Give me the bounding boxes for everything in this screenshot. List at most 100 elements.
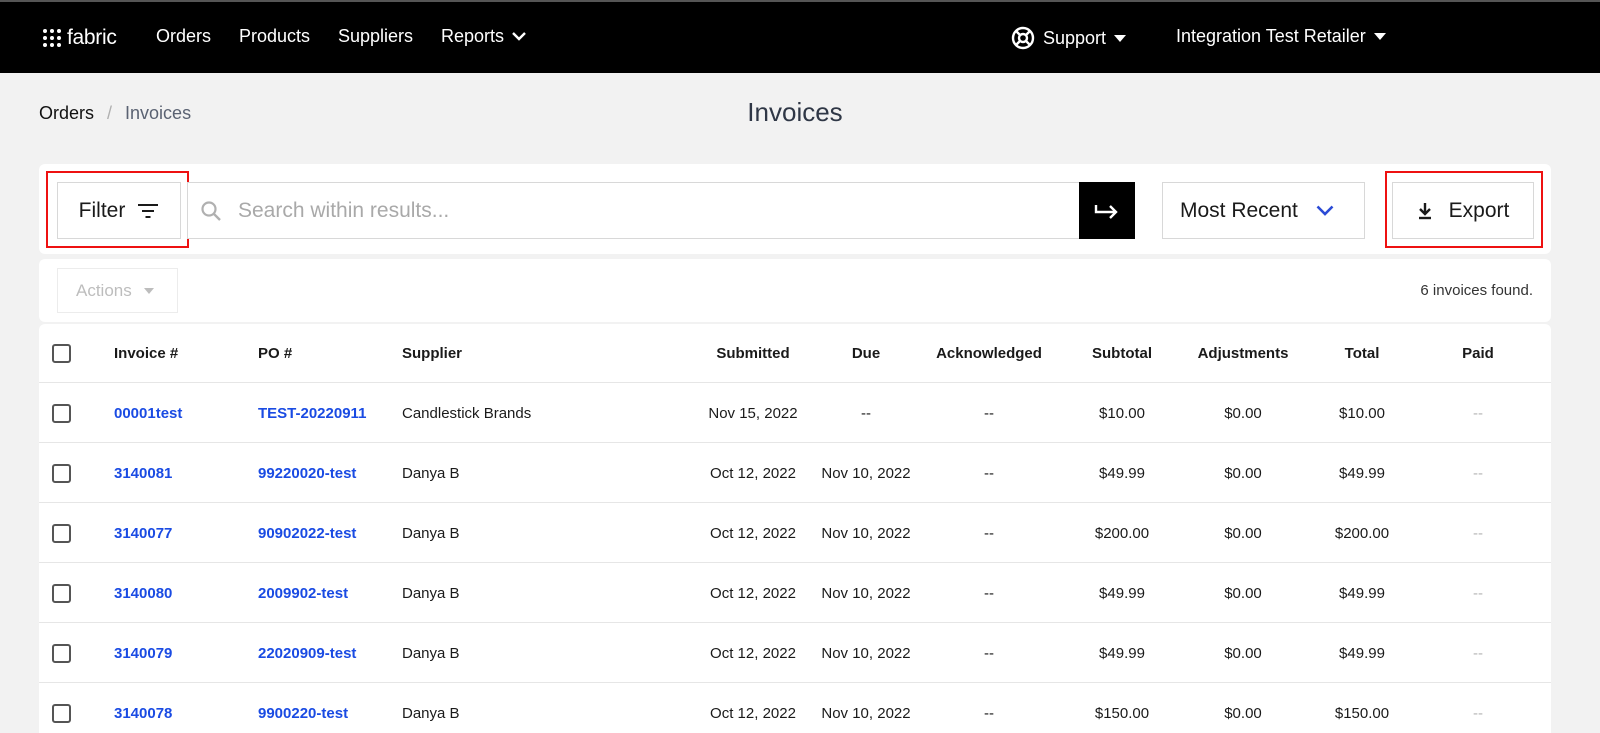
nav-item-orders[interactable]: Orders: [156, 26, 211, 47]
po-link[interactable]: TEST-20220911: [258, 384, 366, 443]
total-cell: $150.00: [1334, 705, 1390, 722]
fabric-logo[interactable]: fabric: [43, 26, 117, 50]
total-cell: $49.99: [1339, 645, 1385, 662]
nav-item-products[interactable]: Products: [239, 26, 310, 47]
caret-down-icon: [1114, 34, 1127, 42]
due-cell: Nov 10, 2022: [821, 525, 911, 542]
account-menu[interactable]: Integration Test Retailer: [1176, 26, 1386, 47]
table-header-row: Invoice # PO # Supplier Submitted Due Ac…: [39, 324, 1551, 383]
adjustments-cell: $0.00: [1224, 465, 1262, 482]
search-submit-button[interactable]: [1079, 182, 1135, 239]
chevron-down-icon: [1316, 205, 1334, 216]
total-cell: $200.00: [1334, 525, 1390, 542]
table-row: 3140081 99220020-test Danya B Oct 12, 20…: [39, 444, 1551, 503]
nav-item-reports[interactable]: Reports: [441, 26, 526, 47]
caret-down-icon: [1373, 33, 1386, 40]
nav-item-label: Products: [239, 26, 311, 46]
table-row: 3140080 2009902-test Danya B Oct 12, 202…: [39, 564, 1551, 623]
header-acknowledged[interactable]: Acknowledged: [924, 324, 1054, 383]
filter-button[interactable]: Filter: [57, 182, 181, 239]
row-checkbox[interactable]: [52, 524, 71, 543]
po-link[interactable]: 2009902-test: [258, 564, 348, 623]
table-row: 3140078 9900220-test Danya B Oct 12, 202…: [39, 684, 1551, 733]
submitted-cell: Oct 12, 2022: [710, 645, 796, 662]
export-button[interactable]: Export: [1392, 182, 1534, 239]
header-adjustments[interactable]: Adjustments: [1183, 324, 1303, 383]
paid-cell: --: [1473, 585, 1483, 602]
header-paid[interactable]: Paid: [1443, 324, 1513, 383]
header-total[interactable]: Total: [1317, 324, 1407, 383]
po-link[interactable]: 22020909-test: [258, 624, 356, 683]
actions-dropdown[interactable]: Actions: [57, 268, 178, 313]
acknowledged-cell: --: [984, 465, 994, 482]
paid-cell: --: [1473, 705, 1483, 722]
po-link[interactable]: 9900220-test: [258, 684, 348, 733]
logo-text: fabric: [67, 26, 117, 49]
page-title: Invoices: [747, 97, 843, 127]
actions-panel: [39, 259, 1551, 322]
total-cell: $10.00: [1339, 405, 1385, 422]
due-cell: Nov 10, 2022: [821, 465, 911, 482]
paid-cell: --: [1473, 465, 1483, 482]
chevron-down-icon: [512, 32, 526, 41]
row-checkbox[interactable]: [52, 404, 71, 423]
subtotal-cell: $150.00: [1094, 705, 1150, 722]
invoice-link[interactable]: 3140077: [114, 504, 172, 563]
po-link[interactable]: 90902022-test: [258, 504, 356, 563]
header-due[interactable]: Due: [811, 324, 921, 383]
row-checkbox[interactable]: [52, 704, 71, 723]
arrow-right-icon: [1094, 204, 1118, 219]
submitted-cell: Oct 12, 2022: [710, 585, 796, 602]
supplier-cell: Candlestick Brands: [402, 405, 532, 422]
header-po[interactable]: PO #: [258, 324, 292, 383]
invoice-link[interactable]: 3140080: [114, 564, 172, 623]
header-supplier[interactable]: Supplier: [402, 324, 462, 383]
supplier-cell: Danya B: [402, 525, 460, 542]
nav-item-label: Reports: [441, 26, 505, 46]
header-invoice[interactable]: Invoice #: [114, 324, 178, 383]
adjustments-cell: $0.00: [1224, 585, 1262, 602]
row-checkbox[interactable]: [52, 644, 71, 663]
supplier-cell: Danya B: [402, 705, 460, 722]
acknowledged-cell: --: [984, 705, 994, 722]
submitted-cell: Oct 12, 2022: [710, 465, 796, 482]
invoice-link[interactable]: 00001test: [114, 384, 182, 443]
invoice-link[interactable]: 3140079: [114, 624, 172, 683]
po-link[interactable]: 99220020-test: [258, 444, 356, 503]
invoice-link[interactable]: 3140078: [114, 684, 172, 733]
adjustments-cell: $0.00: [1224, 705, 1262, 722]
paid-cell: --: [1473, 645, 1483, 662]
nav-item-label: Suppliers: [338, 26, 414, 46]
adjustments-cell: $0.00: [1224, 405, 1262, 422]
nav-item-suppliers[interactable]: Suppliers: [338, 26, 413, 47]
adjustments-cell: $0.00: [1224, 525, 1262, 542]
invoice-link[interactable]: 3140081: [114, 444, 172, 503]
search-box: [187, 182, 1080, 239]
supplier-cell: Danya B: [402, 465, 460, 482]
select-all-checkbox[interactable]: [52, 344, 71, 363]
logo-dots-icon: [43, 29, 61, 47]
subtotal-cell: $49.99: [1099, 465, 1145, 482]
header-subtotal[interactable]: Subtotal: [1074, 324, 1170, 383]
acknowledged-cell: --: [984, 585, 994, 602]
support-label: Support: [1043, 27, 1107, 48]
row-checkbox[interactable]: [52, 584, 71, 603]
header-submitted[interactable]: Submitted: [698, 324, 808, 383]
acknowledged-cell: --: [984, 645, 994, 662]
paid-cell: --: [1473, 525, 1483, 542]
due-cell: Nov 10, 2022: [821, 705, 911, 722]
subtotal-cell: $49.99: [1099, 585, 1145, 602]
supplier-cell: Danya B: [402, 645, 460, 662]
support-menu[interactable]: Support: [1011, 26, 1127, 50]
actions-label: Actions: [76, 280, 132, 300]
table-row: 00001test TEST-20220911 Candlestick Bran…: [39, 384, 1551, 443]
filter-label: Filter: [78, 198, 126, 222]
table-row: 3140079 22020909-test Danya B Oct 12, 20…: [39, 624, 1551, 683]
acknowledged-cell: --: [984, 525, 994, 542]
download-icon: [1418, 202, 1431, 219]
search-input[interactable]: [238, 198, 1079, 223]
row-checkbox[interactable]: [52, 464, 71, 483]
top-nav: fabric Orders Products Suppliers Reports…: [0, 0, 1600, 73]
sort-dropdown[interactable]: Most Recent: [1162, 182, 1365, 239]
sort-label: Most Recent: [1180, 198, 1298, 222]
